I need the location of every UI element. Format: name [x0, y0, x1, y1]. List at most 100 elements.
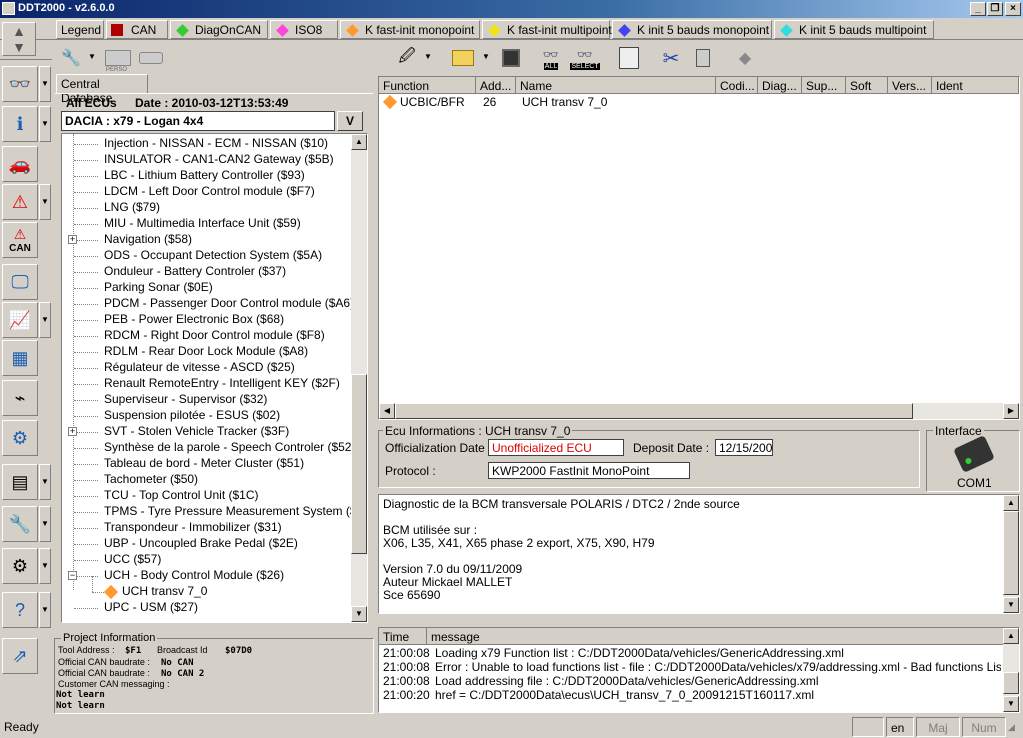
tree-item[interactable]: PEB - Power Electronic Box ($68) — [62, 312, 350, 328]
tree-item[interactable]: Synthèse de la parole - Speech Controler… — [62, 440, 355, 456]
binoculars-dropdown-icon[interactable]: ▼ — [39, 66, 51, 102]
protocol-tab-2[interactable]: DiagOnCAN — [170, 20, 268, 39]
search-select-icon[interactable]: 👓 SELECT — [570, 44, 600, 72]
tree-item[interactable]: TPMS - Tyre Pressure Measurement System … — [62, 504, 367, 520]
tree-item[interactable]: UBP - Uncoupled Brake Pedal ($2E) — [62, 536, 350, 552]
minimize-button[interactable]: _ — [970, 2, 986, 16]
table-scroll-thumb[interactable] — [395, 403, 913, 419]
car-tools-dropdown-icon[interactable]: ▼ — [88, 52, 96, 61]
collapse-icon[interactable]: − — [68, 571, 77, 580]
protocol-tab-1[interactable]: CAN — [106, 20, 168, 39]
log-scroll-thumb[interactable] — [1003, 672, 1019, 694]
tree-item[interactable]: Suspension pilotée - ESUS ($02) — [62, 408, 350, 424]
warning-icon[interactable]: ⚠ — [2, 184, 38, 220]
protocol-tab-3[interactable]: ISO8 — [270, 20, 338, 39]
log-row[interactable]: 21:00:08 Loading x79 Function list : C:/D… — [379, 646, 1001, 660]
tree-item[interactable]: UCH transv 7_0 — [62, 576, 350, 600]
tree-item[interactable]: UCC ($57) — [62, 552, 350, 568]
vehicle-select[interactable]: DACIA : x79 - Logan 4x4 — [61, 111, 335, 131]
tree-item[interactable]: Tableau de bord - Meter Cluster ($51) — [62, 456, 350, 472]
diamond-icon[interactable]: ◆ — [730, 44, 760, 72]
column-header[interactable]: Soft — [846, 77, 888, 94]
search-all-icon[interactable]: 👓 ALL — [536, 44, 566, 72]
log-row[interactable]: 21:00:08 Error : Unable to load functions… — [379, 660, 1001, 674]
protocol-tab-4[interactable]: K fast-init monopoint — [340, 20, 480, 39]
protocol-tab-5[interactable]: K fast-init multipoint — [482, 20, 612, 39]
tab-central-database[interactable]: Central Database — [56, 74, 148, 105]
expand-icon[interactable]: + — [68, 235, 77, 244]
column-header[interactable]: Ident — [932, 77, 1019, 94]
wrench-dropdown-icon[interactable]: ▼ — [39, 506, 51, 542]
resize-grip-icon[interactable]: ◢ — [1008, 722, 1022, 736]
scroll-down-icon[interactable]: ▼ — [351, 606, 367, 622]
tree-item[interactable]: LBC - Lithium Battery Controller ($93) — [62, 168, 350, 184]
officialization-field[interactable]: Unofficialized ECU — [488, 439, 624, 456]
edit-document-icon[interactable]: 🖉 — [392, 44, 422, 72]
tree-item[interactable]: + SVT - Stolen Vehicle Tracker ($3F) — [62, 424, 350, 440]
tree-item[interactable]: INSULATOR - CAN1-CAN2 Gateway ($5B) — [62, 152, 350, 168]
cut-icon[interactable]: ✂ — [656, 44, 686, 72]
scroll-up-icon[interactable]: ▲ — [351, 134, 367, 150]
protocol-field[interactable]: KWP2000 FastInit MonoPoint — [488, 462, 690, 479]
tree-item[interactable]: Injection - NISSAN - ECM - NISSAN ($10) — [62, 136, 350, 152]
up-down-arrows-icon[interactable]: ▲ ▼ — [2, 22, 36, 56]
scroll-up-icon[interactable]: ▲ — [1003, 495, 1019, 511]
chip-icon[interactable]: ▤ — [2, 464, 38, 500]
tree-item[interactable]: UPC - USM ($27) — [62, 600, 350, 616]
calculator-icon[interactable]: ▦ — [2, 340, 38, 376]
help-dropdown-icon[interactable]: ▼ — [39, 592, 51, 628]
tree-item[interactable]: RDLM - Rear Door Lock Module ($A8) — [62, 344, 350, 360]
monitor-icon[interactable]: 🖵 — [2, 264, 38, 300]
interface-device-icon[interactable] — [953, 435, 995, 473]
open-folder-icon[interactable] — [448, 44, 478, 72]
tree-item[interactable]: LDCM - Left Door Control module ($F7) — [62, 184, 350, 200]
help-icon[interactable]: ? — [2, 592, 38, 628]
description-scrollbar[interactable]: ▲ ▼ — [1003, 495, 1019, 613]
perso-icon[interactable]: PERSO — [102, 44, 134, 73]
tree-item[interactable]: Tachometer ($50) — [62, 472, 350, 488]
log-col-message[interactable]: message — [427, 628, 1007, 645]
tree-item[interactable]: MIU - Multimedia Interface Unit ($59) — [62, 216, 350, 232]
chart-dropdown-icon[interactable]: ▼ — [39, 302, 51, 338]
scroll-up-icon[interactable]: ▲ — [1003, 628, 1019, 644]
wrench-icon[interactable]: 🔧 — [2, 506, 38, 542]
column-header[interactable]: Codi... — [716, 77, 758, 94]
protocol-tab-6[interactable]: K init 5 bauds monopoint — [612, 20, 772, 39]
save-icon[interactable] — [496, 44, 526, 72]
description-scroll-thumb[interactable] — [1003, 511, 1019, 595]
scroll-left-icon[interactable]: ◀ — [379, 403, 395, 419]
tree-item[interactable]: LNG ($79) — [62, 200, 350, 216]
binoculars-icon[interactable]: 👓 — [2, 66, 38, 102]
edit-dropdown-icon[interactable]: ▼ — [424, 52, 432, 61]
scroll-right-icon[interactable]: ▶ — [1003, 403, 1019, 419]
column-header[interactable]: Diag... — [758, 77, 802, 94]
card-icon[interactable] — [136, 44, 166, 72]
tree-item[interactable]: Parking Sonar ($0E) — [62, 280, 350, 296]
column-header[interactable]: Add... — [476, 77, 516, 94]
open-dropdown-icon[interactable]: ▼ — [482, 52, 490, 61]
tree-item[interactable]: TCU - Top Control Unit ($1C) — [62, 488, 350, 504]
external-link-icon[interactable]: ⇗ — [2, 638, 38, 674]
tree-item[interactable]: + Navigation ($58) — [62, 232, 350, 248]
tree-item[interactable]: Transpondeur - Immobilizer ($31) — [62, 520, 350, 536]
gear-dropdown-icon[interactable]: ▼ — [39, 548, 51, 584]
tree-item[interactable]: Renault RemoteEntry - Intelligent KEY ($… — [62, 376, 350, 392]
tree-item[interactable]: PDCM - Passenger Door Control module ($A… — [62, 296, 354, 312]
chip-dropdown-icon[interactable]: ▼ — [39, 464, 51, 500]
protocol-tab-0[interactable]: Legend — [56, 20, 104, 39]
maximize-button[interactable]: ❐ — [987, 2, 1003, 16]
column-header[interactable]: Vers... — [888, 77, 932, 94]
delete-icon[interactable] — [688, 44, 718, 72]
scanner-icon[interactable]: ⌁ — [2, 380, 38, 416]
scroll-down-icon[interactable]: ▼ — [1003, 597, 1019, 613]
tree-item[interactable]: RDCM - Right Door Control module ($F8) — [62, 328, 350, 344]
tools-icon[interactable]: ⚙ — [2, 420, 38, 456]
car-tools-icon[interactable]: 🔧 — [56, 44, 86, 72]
expand-icon[interactable]: + — [68, 427, 77, 436]
log-col-time[interactable]: Time — [379, 628, 427, 645]
warning-dropdown-icon[interactable]: ▼ — [39, 184, 51, 220]
close-button[interactable]: × — [1005, 2, 1021, 16]
protocol-tab-7[interactable]: K init 5 bauds multipoint — [774, 20, 934, 39]
car-icon[interactable]: 🚗 — [2, 146, 38, 182]
log-row[interactable]: 21:00:20 href = C:/DDT2000Data\ecus\UCH_t… — [379, 688, 1001, 702]
